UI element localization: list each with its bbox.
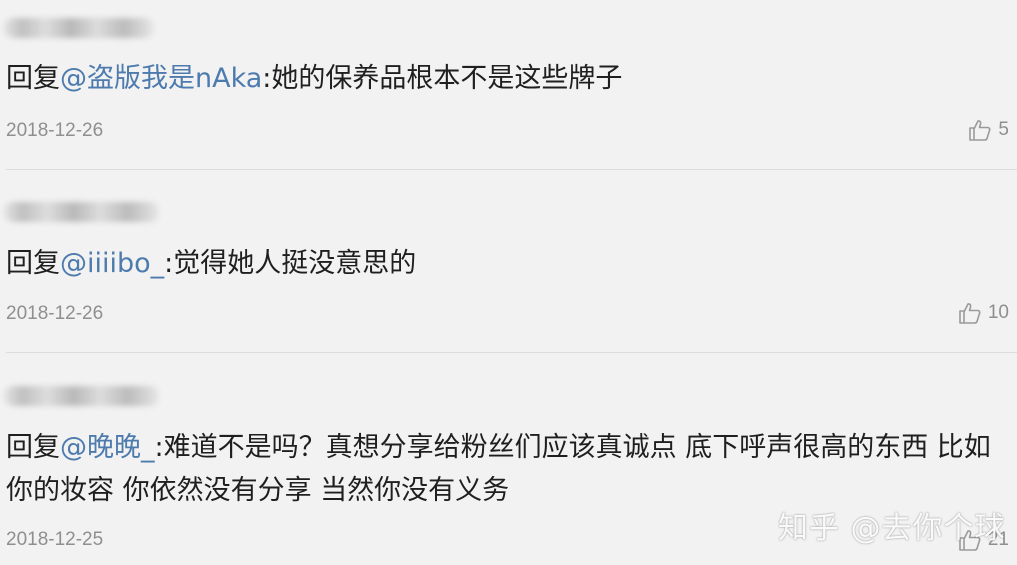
comment-body: 回复@盗版我是nAka:她的保养品根本不是这些牌子 [6,57,1006,100]
comment-date: 2018-12-26 [6,303,104,324]
thumbs-up-icon [958,302,982,324]
separator: : [154,432,164,463]
comment-body: 回复@iiiibo_:觉得她人挺没意思的 [6,242,1006,285]
mention-link[interactable]: @晚晚_ [60,432,155,463]
separator: : [164,248,174,279]
blurred-username [4,386,159,406]
like-button[interactable]: 5 [968,119,1009,141]
comment-text: 她的保养品根本不是这些牌子 [271,63,623,94]
mention-link[interactable]: @盗版我是nAka [60,63,262,94]
like-count: 10 [987,302,1009,323]
site-watermark: 知乎 @去你个球 [778,511,1006,546]
reply-prefix: 回复 [6,63,60,94]
mention-link[interactable]: @iiiibo_ [60,248,164,279]
comment-date: 2018-12-26 [6,120,104,141]
blurred-username [4,202,159,222]
comment-date: 2018-12-25 [6,529,104,550]
blurred-username [4,18,154,38]
comment-item: 回复@iiiibo_:觉得她人挺没意思的 2018-12-26 10 [0,170,1017,353]
reply-prefix: 回复 [6,248,60,279]
like-button[interactable]: 10 [958,302,1009,324]
comment-text: 觉得她人挺没意思的 [173,248,417,279]
comment-body: 回复@晚晚_:难道不是吗？真想分享给粉丝们应该真诚点 底下呼声很高的东西 比如你… [6,426,1006,512]
comment-item: 回复@盗版我是nAka:她的保养品根本不是这些牌子 2018-12-26 5 [0,0,1017,170]
thumbs-up-icon [968,119,992,141]
reply-prefix: 回复 [6,432,60,463]
like-count: 5 [998,119,1009,140]
